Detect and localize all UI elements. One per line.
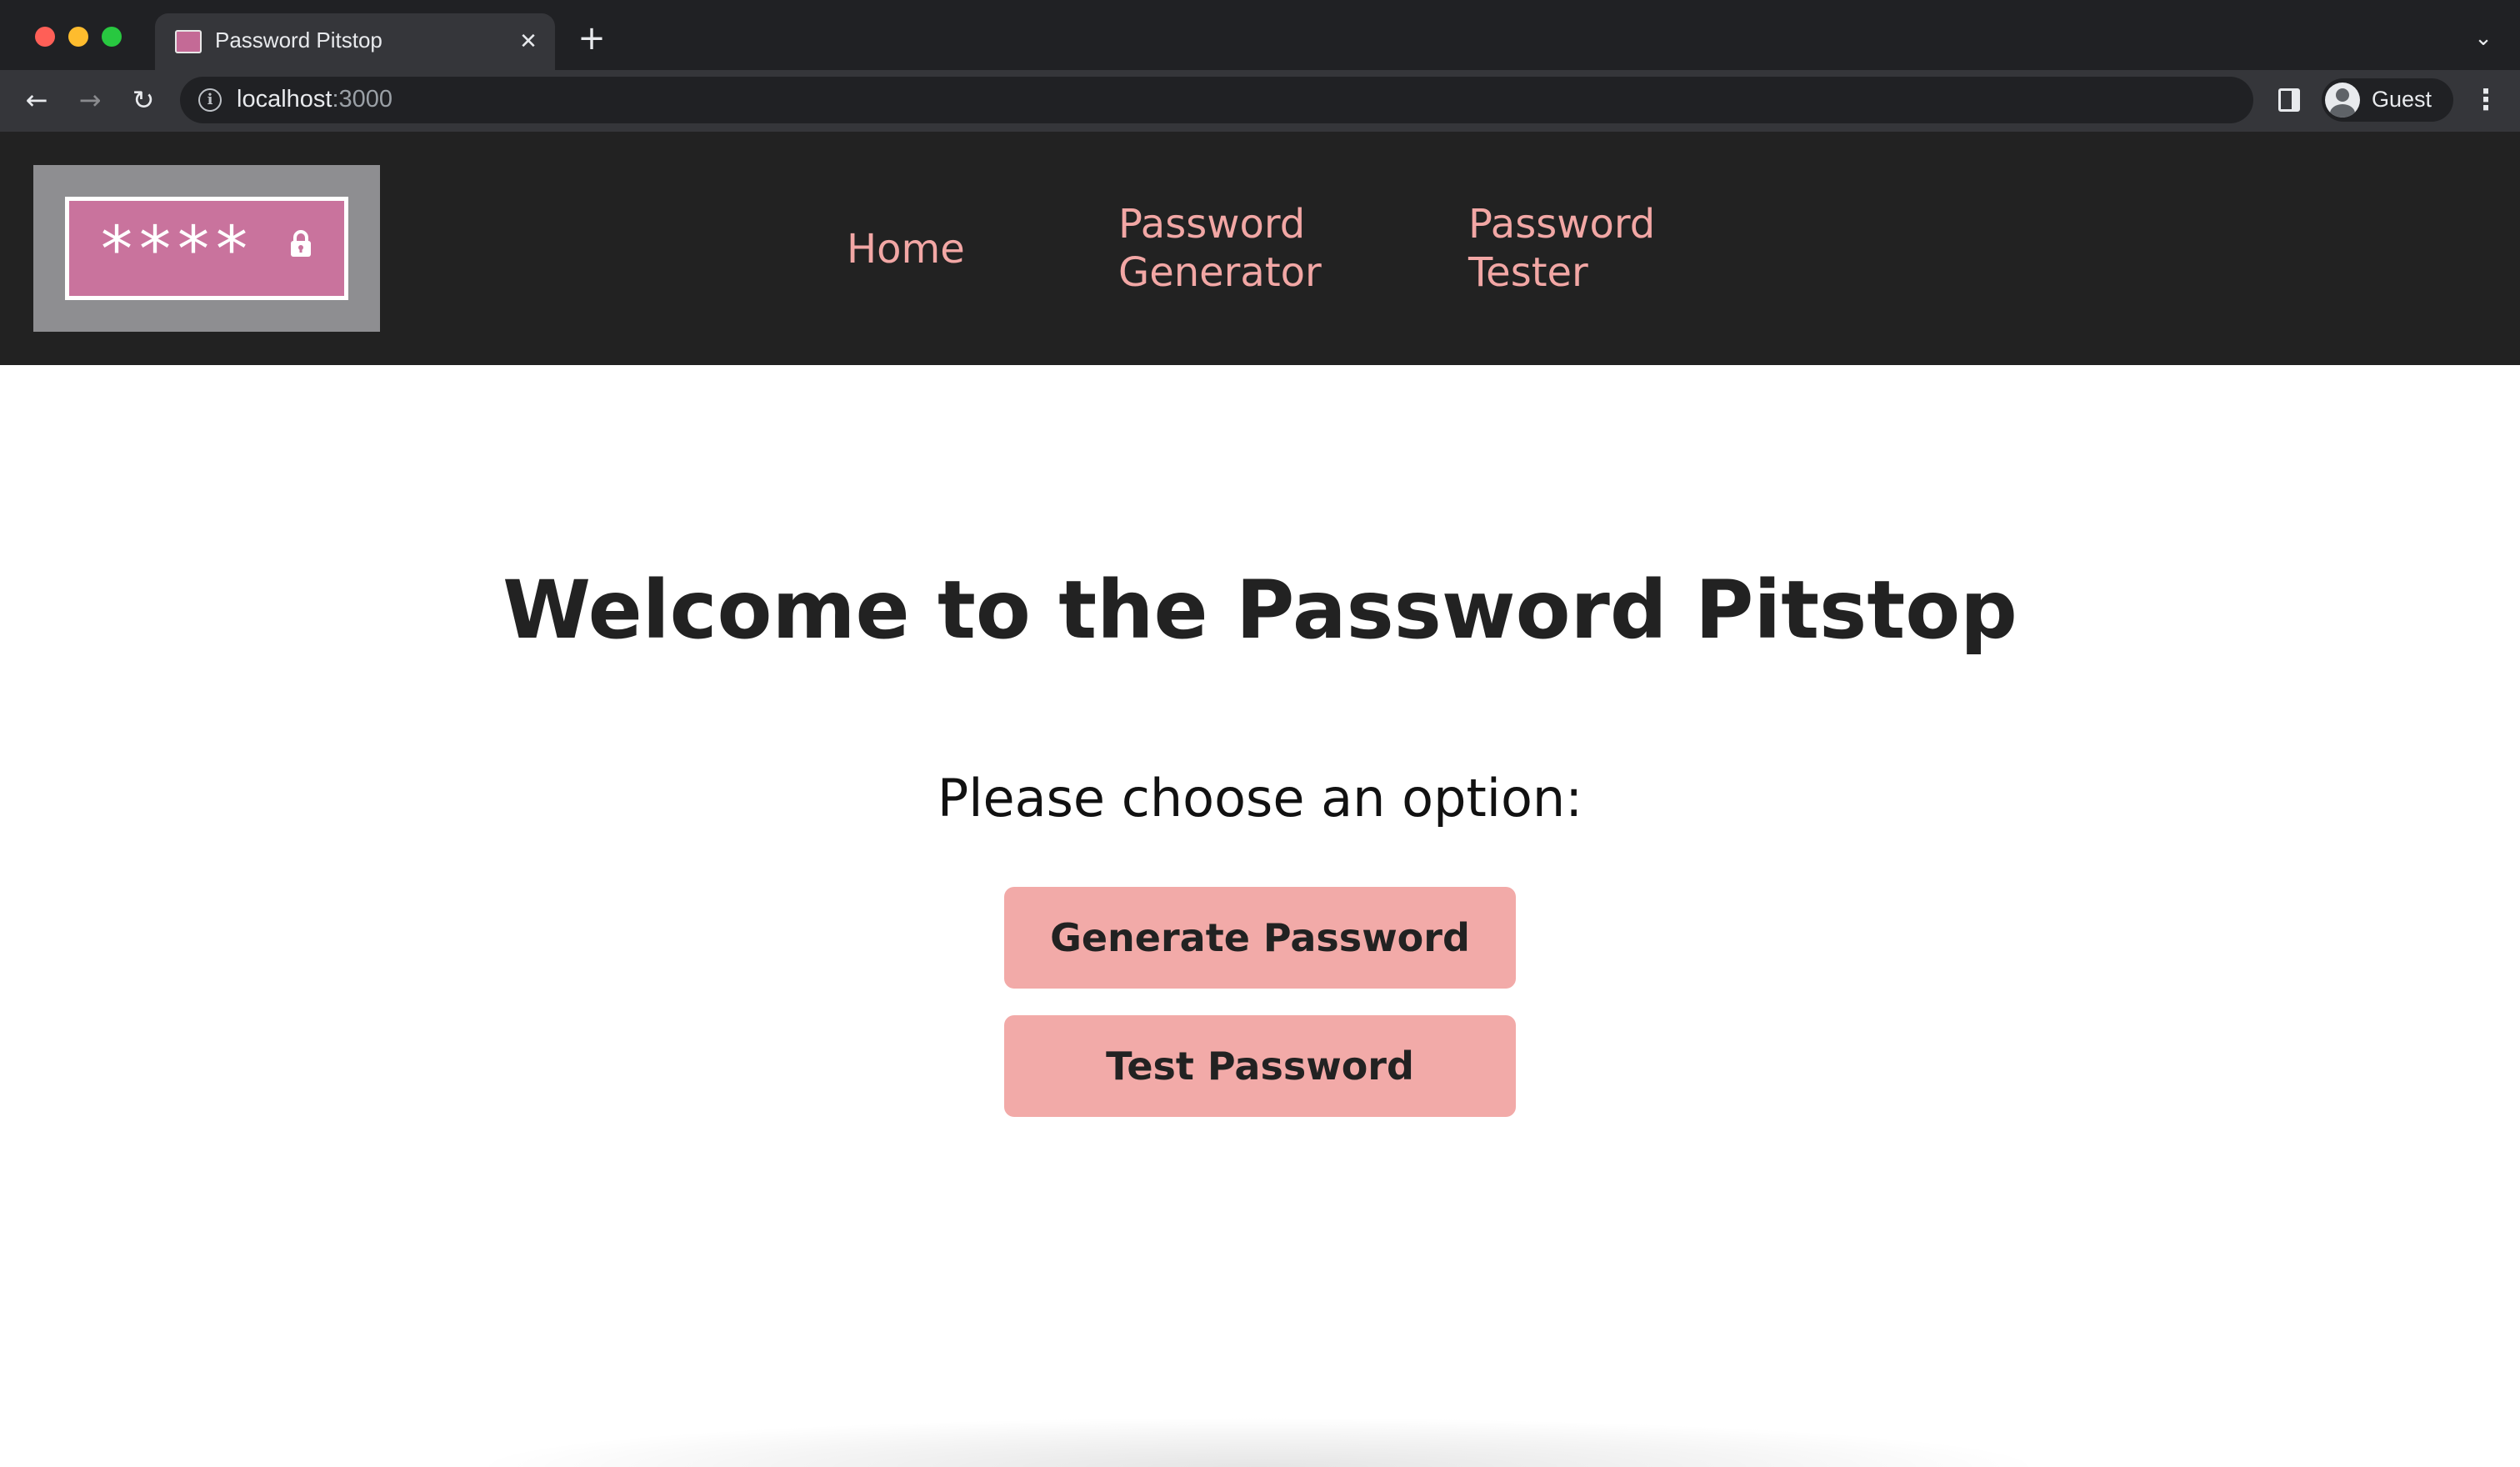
page-title: Welcome to the Password Pitstop	[502, 563, 2018, 657]
logo-badge: ****	[65, 197, 348, 300]
back-arrow-icon[interactable]: ←	[18, 82, 55, 118]
guest-avatar-icon	[2325, 83, 2360, 118]
option-prompt: Please choose an option:	[937, 768, 1583, 829]
site-logo[interactable]: ****	[33, 165, 380, 332]
logo-asterisks: ****	[101, 212, 254, 286]
browser-chrome: Password Pitstop ✕ + ⌄ ← → ↻ i localhost…	[0, 0, 2520, 132]
test-password-button[interactable]: Test Password	[1004, 1015, 1516, 1117]
reload-icon[interactable]: ↻	[125, 82, 162, 118]
generate-password-button[interactable]: Generate Password	[1004, 887, 1516, 989]
tab-close-icon[interactable]: ✕	[513, 27, 543, 57]
site-info-icon[interactable]: i	[198, 88, 222, 112]
nav-link-home[interactable]: Home	[847, 225, 965, 273]
lock-icon	[291, 230, 311, 257]
address-bar[interactable]: i localhost:3000	[180, 77, 2253, 123]
browser-titlebar: Password Pitstop ✕ + ⌄	[0, 0, 2520, 70]
tab-title: Password Pitstop	[215, 28, 382, 53]
url-port: :3000	[332, 86, 393, 113]
profile-button[interactable]: Guest	[2322, 78, 2453, 122]
minimize-window-button[interactable]	[68, 27, 88, 47]
bottom-shadow	[467, 1417, 2050, 1467]
browser-tab-active[interactable]: Password Pitstop ✕	[155, 13, 555, 70]
maximize-window-button[interactable]	[102, 27, 122, 47]
side-panel-icon[interactable]	[2278, 88, 2300, 112]
profile-label: Guest	[2372, 87, 2432, 112]
nav-link-password-generator[interactable]: Password Generator	[1118, 200, 1335, 297]
tab-search-chevron-icon[interactable]: ⌄	[2468, 23, 2498, 53]
site-header: **** Home Password Generator Password Te…	[0, 132, 2520, 365]
close-window-button[interactable]	[35, 27, 55, 47]
new-tab-icon[interactable]: +	[575, 22, 608, 55]
password-pitstop-favicon-icon	[175, 30, 202, 53]
nav-link-password-tester[interactable]: Password Tester	[1468, 200, 1685, 297]
url-text: localhost:3000	[237, 86, 392, 113]
browser-menu-icon[interactable]: ⋮	[2472, 82, 2500, 118]
forward-arrow-icon[interactable]: →	[72, 82, 108, 118]
url-host: localhost	[237, 86, 332, 113]
